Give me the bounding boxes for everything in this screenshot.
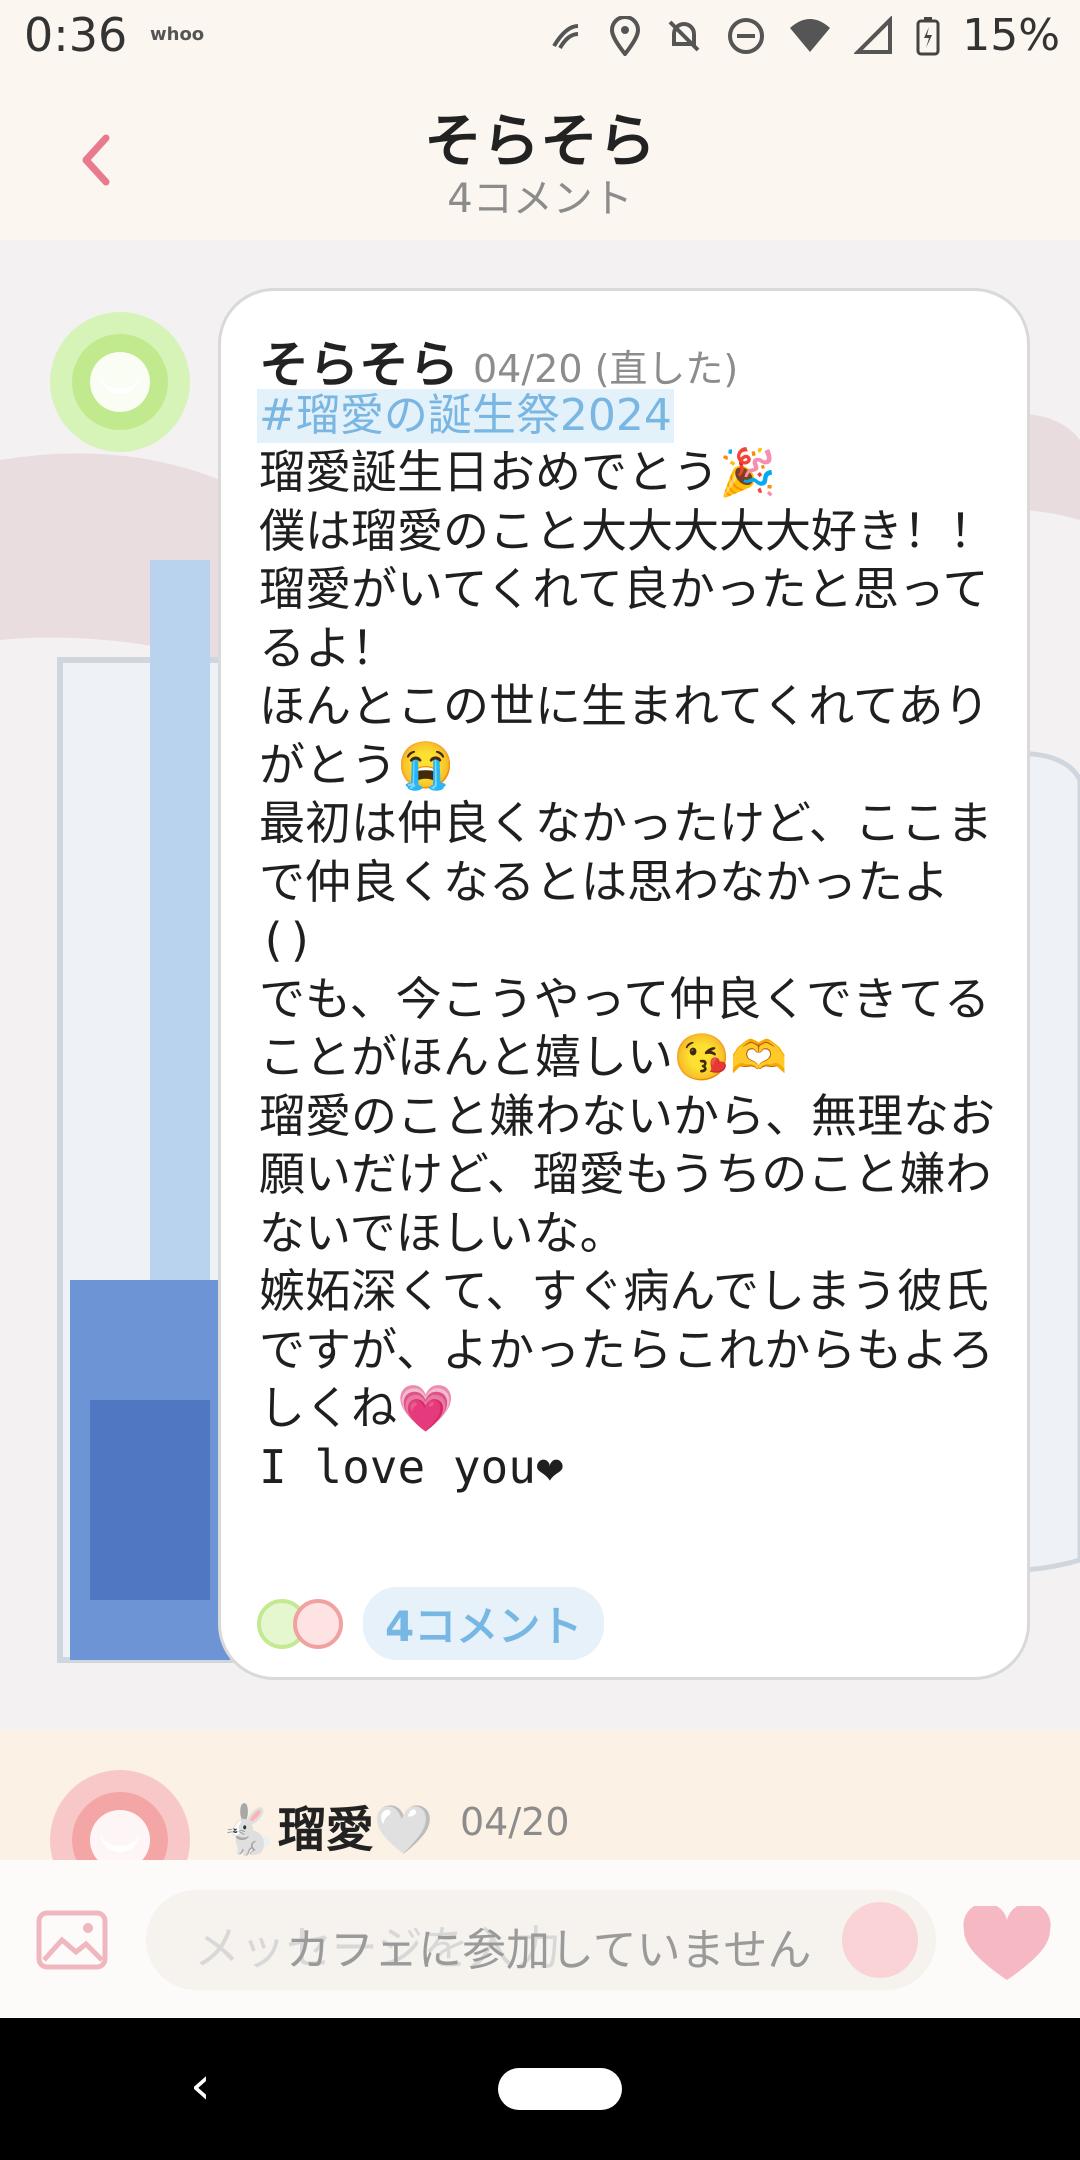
nav-back-icon[interactable]: ‹	[190, 2056, 211, 2116]
reply-row[interactable]: 4コメント	[257, 1587, 605, 1660]
dnd-icon	[728, 17, 765, 54]
commenter-name[interactable]: 🐇瑠愛🤍	[218, 1790, 434, 1860]
status-app-name: whoo	[150, 24, 205, 45]
post-body: 瑠愛誕生日おめでとう🎉 僕は瑠愛のこと大大大大大好き！！ 瑠愛がいてくれて良かっ…	[259, 445, 995, 1494]
status-icons: 15%	[546, 10, 1060, 61]
post-bubble: そらそら 04/20 (直した) #瑠愛の誕生祭2024 瑠愛誕生日おめでとう🎉…	[218, 288, 1030, 1680]
heart-button[interactable]	[962, 1906, 1052, 1986]
not-joined-notice: カフェに参加していません	[286, 1925, 812, 1976]
header: そらそら 4コメント	[0, 72, 1080, 240]
location-icon	[610, 15, 641, 56]
comment-count-subtitle: 4コメント	[447, 176, 633, 222]
commenter-avatar[interactable]	[50, 1770, 190, 1860]
message-input-bar: メッセージを入力 カフェに参加していません	[0, 1860, 1080, 2018]
post-header: そらそら 04/20 (直した)	[259, 325, 738, 397]
post-author[interactable]: そらそら	[259, 325, 459, 397]
status-time: 0:36	[24, 8, 128, 62]
comment-count-button[interactable]: 4コメント	[363, 1587, 605, 1660]
system-nav-bar: ‹	[0, 2018, 1080, 2160]
nfc-icon	[552, 23, 579, 49]
battery-percent: 15%	[962, 10, 1060, 61]
message-input[interactable]: メッセージを入力 カフェに参加していません	[146, 1890, 936, 1990]
hashtag-link[interactable]: #瑠愛の誕生祭2024	[257, 389, 674, 443]
bell-off-icon	[668, 20, 700, 51]
wifi-icon	[790, 18, 831, 52]
battery-icon	[916, 16, 940, 55]
image-attach-icon[interactable]	[36, 1910, 108, 1970]
reply-avatar-2	[293, 1598, 343, 1649]
sticker-icon[interactable]	[842, 1902, 918, 1978]
author-avatar[interactable]	[50, 312, 190, 452]
nav-home-pill[interactable]	[498, 2068, 622, 2110]
status-bar: 0:36 whoo 15%	[0, 0, 1080, 72]
next-comment: 🐇瑠愛🤍 04/20	[0, 1730, 1080, 1860]
signal-icon	[854, 15, 893, 54]
post-date: 04/20 (直した)	[473, 347, 739, 391]
comment-date: 04/20	[460, 1800, 570, 1844]
